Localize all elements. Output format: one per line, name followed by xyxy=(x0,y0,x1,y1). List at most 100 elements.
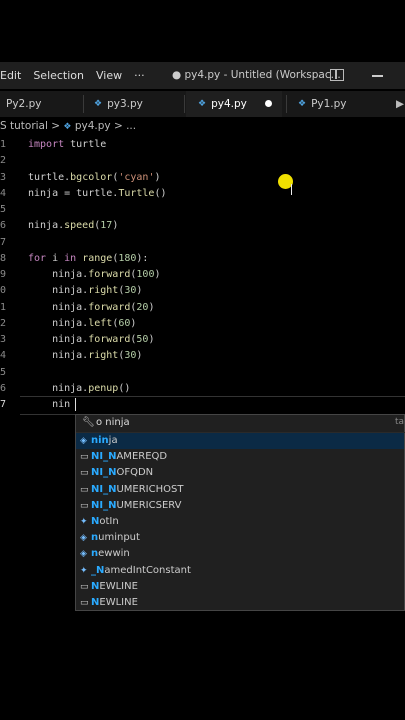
suggestion-rest: OFQDN xyxy=(116,467,154,479)
code-text: import turtle xyxy=(28,139,107,150)
variable-icon: ◈ xyxy=(80,436,87,446)
python-icon: ❖ xyxy=(298,99,307,109)
autocomplete-popup: 🔧︎ o ninja ta ◈ ninja ▭ NI_NAMEREQD ▭ NI_NOFQ… xyxy=(75,414,405,611)
line-number: 4 xyxy=(0,350,7,362)
editor-tabs: Py2.py ❖ py3.py ❖ py4.py ❖ Py1.py ▶ xyxy=(0,91,405,117)
suggestion-match: NI_N xyxy=(91,467,117,479)
code-text: nin xyxy=(28,399,71,410)
line-number: 7 xyxy=(0,399,7,410)
line-number: 9 xyxy=(0,269,7,280)
title-bar: Edit Selection View ··· ● py4.py - Untit… xyxy=(0,62,405,89)
line-number: 1 xyxy=(0,301,7,313)
code-text: ninja.penup() xyxy=(28,382,131,394)
unsaved-dot-icon[interactable] xyxy=(264,100,272,107)
breadcrumb-file[interactable]: py4.py xyxy=(75,120,111,132)
menu-view[interactable]: View xyxy=(90,69,128,82)
code-text: ninja.speed(17) xyxy=(28,220,119,232)
line-number: 2 xyxy=(0,155,7,167)
code-text: ninja.right(30) xyxy=(28,285,143,297)
suggestion-match: nin xyxy=(91,435,109,446)
suggestion-item[interactable]: ✦ NotIn xyxy=(80,514,119,530)
tab-label: Py2.py xyxy=(6,98,42,110)
code-text: ninja.forward(100) xyxy=(28,269,161,280)
code-text: ninja = turtle.Turtle() xyxy=(28,187,167,199)
tab-label: py4.py xyxy=(211,97,247,110)
suggestion-match: NI_N xyxy=(91,483,117,495)
python-icon: ❖ xyxy=(198,98,207,109)
suggestion-item[interactable]: ▭ NI_NUMERICHOST xyxy=(80,482,183,498)
variable-icon: ◈ xyxy=(80,549,87,560)
code-editor[interactable]: 1 import turtle 2 3 turtle.bgcolor('cyan') 4 n… xyxy=(0,137,405,417)
line-number: 5 xyxy=(0,204,7,215)
suggestion-rest: ewwin xyxy=(98,548,130,560)
line-number: 4 xyxy=(0,187,7,199)
menu-selection[interactable]: Selection xyxy=(27,69,90,82)
tab-py1[interactable]: ❖ Py1.py xyxy=(298,91,347,117)
tab-py4[interactable]: ❖ py4.py xyxy=(186,91,282,117)
suggestion-item[interactable]: ▭ NI_NOFQDN xyxy=(80,465,153,481)
suggestion-rest: UMERICSERV xyxy=(116,499,182,511)
line-number: 7 xyxy=(0,236,7,248)
line-number: 5 xyxy=(0,366,7,378)
code-text: ninja.forward(20) xyxy=(28,301,155,313)
suggestion-item[interactable]: ◈ newwin xyxy=(80,546,130,562)
abc-icon: ▭ xyxy=(80,500,89,511)
suggestion-match: NI_N xyxy=(91,451,117,463)
line-number: 0 xyxy=(0,285,7,297)
suggestion-item[interactable]: ◈ ninja xyxy=(76,433,404,449)
class-icon: ✦ xyxy=(80,565,88,576)
line-number: 3 xyxy=(0,334,7,345)
suggestion-item[interactable]: ▭ NI_NAMEREQD xyxy=(80,449,167,465)
suggestion-item[interactable]: ✦ _NamedIntConstant xyxy=(80,563,191,579)
suggest-header-text: o ninja xyxy=(96,417,130,428)
abc-icon: ▭ xyxy=(80,484,89,495)
suggestion-rest: amedIntConstant xyxy=(104,564,191,576)
code-text: ninja.left(60) xyxy=(28,317,137,329)
tab-scroll-right-icon[interactable]: ▶ xyxy=(396,91,404,117)
suggestion-rest: AMEREQD xyxy=(116,451,168,463)
abc-icon: ▭ xyxy=(80,452,89,463)
python-icon: ❖ xyxy=(94,99,103,109)
menu-more[interactable]: ··· xyxy=(128,69,151,82)
tab-py2[interactable]: Py2.py xyxy=(6,91,41,117)
menu-edit[interactable]: Edit xyxy=(0,69,27,82)
code-text: for i in range(180): xyxy=(28,252,149,264)
line-number: 3 xyxy=(0,171,7,183)
layout-icon[interactable] xyxy=(330,69,344,81)
breadcrumb-more[interactable]: > ... xyxy=(114,120,136,132)
vscode-window: Edit Selection View ··· ● py4.py - Untit… xyxy=(0,0,405,720)
suggestion-item[interactable]: ▭ NEWLINE xyxy=(80,579,138,595)
line-number: 8 xyxy=(0,252,7,264)
tab-label: py3.py xyxy=(107,98,143,110)
tab-label: Py1.py xyxy=(311,98,347,110)
suggestion-rest: EWLINE xyxy=(99,580,138,592)
suggestion-rest: EWLINE xyxy=(99,597,138,608)
text-caret xyxy=(75,398,76,411)
abc-icon: ▭ xyxy=(80,468,89,479)
line-number: 6 xyxy=(0,382,7,394)
abc-icon: ▭ xyxy=(80,598,89,608)
line-number: 1 xyxy=(0,139,7,150)
suggestion-match: _N xyxy=(91,564,105,576)
python-icon: ❖ xyxy=(63,122,72,132)
line-number: 6 xyxy=(0,220,7,232)
class-icon: ✦ xyxy=(80,517,88,527)
breadcrumb-folder[interactable]: S tutorial xyxy=(0,120,48,132)
suggestion-rest: UMERICHOST xyxy=(116,483,184,495)
suggestion-item[interactable]: ▭ NI_NUMERICSERV xyxy=(80,498,182,514)
tab-py3[interactable]: ❖ py3.py xyxy=(94,91,143,117)
suggest-header-right: ta xyxy=(394,417,404,427)
suggest-details-header: 🔧︎ o ninja ta xyxy=(76,415,405,433)
suggestion-item[interactable]: ◈ numinput xyxy=(80,530,140,546)
suggestion-rest: otIn xyxy=(99,516,119,527)
code-text: ninja.forward(50) xyxy=(28,334,155,345)
window-title: ● py4.py - Untitled (Workspac... xyxy=(172,69,341,81)
suggestion-rest: ja xyxy=(108,435,118,446)
code-text: turtle.bgcolor('cyan') xyxy=(28,171,161,183)
variable-icon: ◈ xyxy=(80,533,87,544)
minimize-icon[interactable] xyxy=(372,75,383,77)
suggestion-match: NI_N xyxy=(91,499,117,511)
suggestion-item[interactable]: ▭ NEWLINE xyxy=(80,595,138,611)
wrench-icon: 🔧︎ xyxy=(82,417,95,428)
ibeam-cursor-icon xyxy=(291,184,292,195)
